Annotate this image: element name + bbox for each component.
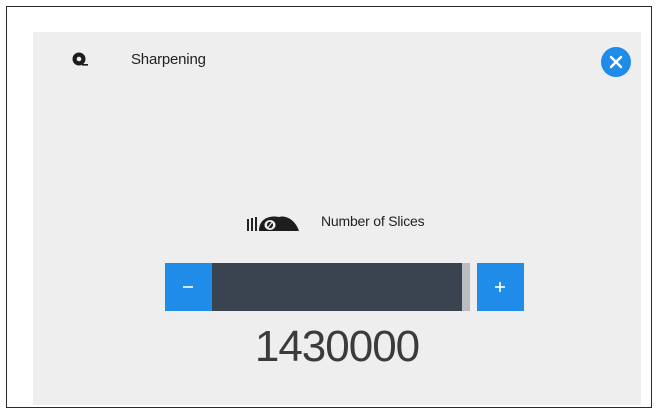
close-icon: [609, 55, 623, 69]
dialog-frame: Sharpening Number of Slices 1430000: [6, 6, 652, 408]
dialog-panel: Sharpening Number of Slices 1430000: [33, 32, 641, 405]
slices-slider-track[interactable]: [212, 263, 462, 311]
slices-stepper: [165, 263, 524, 311]
plus-icon: [495, 282, 505, 292]
slider-track-end: [462, 263, 470, 311]
sharpening-icon: [71, 51, 89, 69]
increment-button[interactable]: [477, 263, 524, 311]
decrement-button[interactable]: [165, 263, 212, 311]
slices-label: Number of Slices: [321, 213, 425, 229]
slices-icon: [245, 213, 301, 233]
minus-icon: [183, 286, 193, 288]
close-button[interactable]: [601, 47, 631, 77]
slices-value: 1430000: [254, 322, 420, 371]
page-title: Sharpening: [131, 51, 206, 68]
